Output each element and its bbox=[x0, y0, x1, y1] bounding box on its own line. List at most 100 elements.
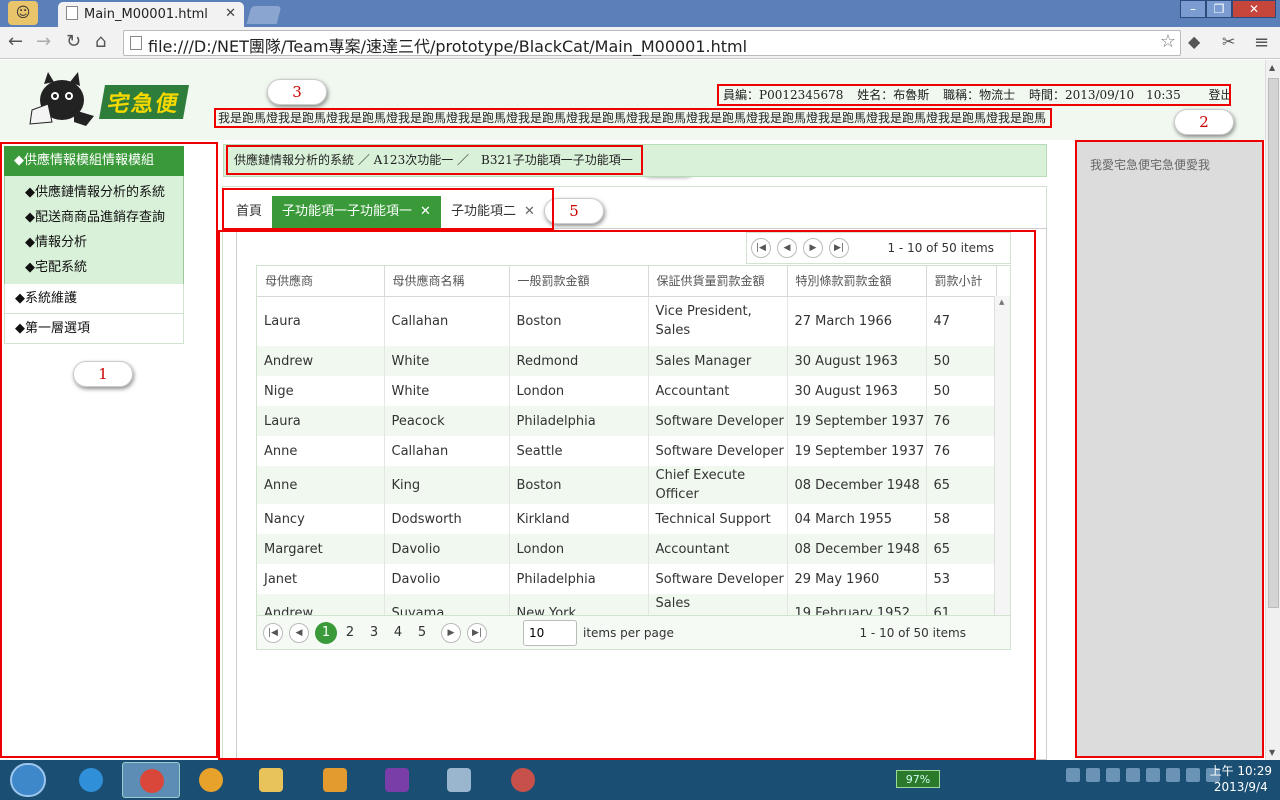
table-row[interactable]: Margaret Davolio London Accountant 08 Decemb… bbox=[257, 534, 997, 564]
table-row[interactable]: Janet Davolio Philadelphia Software Develop… bbox=[257, 564, 997, 594]
tray-icon[interactable] bbox=[1126, 768, 1140, 782]
table-cell: Janet bbox=[257, 564, 385, 594]
page-number[interactable]: 4 bbox=[387, 622, 409, 644]
scroll-up-icon[interactable]: ▲ bbox=[1269, 63, 1275, 72]
page-number[interactable]: 5 bbox=[411, 622, 433, 644]
table-cell: Laura bbox=[257, 296, 385, 346]
column-header[interactable]: 母供應商名稱 bbox=[384, 266, 510, 297]
tab-home-label: 首頁 bbox=[236, 204, 263, 219]
start-button[interactable] bbox=[10, 763, 46, 797]
page-icon bbox=[130, 36, 142, 50]
clock[interactable]: 上午 10:29 2013/9/4 bbox=[1210, 763, 1272, 795]
page-size-input[interactable] bbox=[523, 619, 577, 646]
chrome-taskbar-icon[interactable] bbox=[122, 762, 180, 798]
extension-icon[interactable]: ◆ bbox=[1188, 32, 1200, 51]
url-input[interactable]: file:///D:/NET團隊/Team專案/速達三代/prototype/B… bbox=[123, 30, 1181, 56]
last-page-icon[interactable]: ▶| bbox=[829, 238, 849, 258]
explorer-taskbar-icon[interactable] bbox=[242, 762, 300, 798]
scroll-thumb[interactable] bbox=[1268, 78, 1279, 608]
new-tab-button[interactable] bbox=[246, 6, 282, 24]
scroll-up-icon[interactable]: ▲ bbox=[999, 298, 1004, 306]
table-row[interactable]: Andrew White Redmond Sales Manager 30 August… bbox=[257, 346, 997, 376]
tab-sub-function-1[interactable]: 子功能項一子功能項一 ✕ bbox=[272, 196, 441, 228]
tab-sub-function-2[interactable]: 子功能項二 ✕ bbox=[441, 196, 545, 228]
column-header[interactable]: 保証供貨量罰款金額 bbox=[648, 266, 788, 297]
visual-studio-taskbar-icon[interactable] bbox=[368, 762, 426, 798]
sidebar-module-head[interactable]: ◆供應情報模組情報模組 bbox=[4, 146, 184, 176]
table-row[interactable]: Laura Peacock Philadelphia Software Develop… bbox=[257, 406, 997, 436]
close-window-button[interactable]: ✕ bbox=[1232, 0, 1276, 18]
next-page-icon[interactable]: ▶ bbox=[441, 622, 461, 643]
web-page: 宅急便 員編：P0012345678 姓名：布魯斯 職稱：物流士 時間：2013… bbox=[0, 60, 1265, 760]
profile-avatar[interactable]: ☺ bbox=[8, 1, 38, 25]
maximize-button[interactable]: ❐ bbox=[1206, 0, 1232, 18]
table-cell: Software Developer bbox=[648, 564, 788, 594]
sidebar-item-first-level[interactable]: ◆第一層選項 bbox=[4, 314, 184, 344]
menu-icon[interactable]: ≡ bbox=[1254, 32, 1269, 53]
tray-icon[interactable] bbox=[1106, 768, 1120, 782]
tray-icon[interactable] bbox=[1066, 768, 1080, 782]
table-cell: 27 March 1966 bbox=[787, 296, 927, 346]
sidebar-item-supply-chain[interactable]: ◆供應鏈情報分析的系統 bbox=[25, 180, 183, 205]
page-number[interactable]: 1 bbox=[315, 621, 337, 644]
first-page-icon[interactable]: |◀ bbox=[263, 622, 283, 643]
column-header[interactable]: 特別條款罰款金額 bbox=[787, 266, 927, 297]
minimize-button[interactable]: – bbox=[1180, 0, 1206, 18]
table-row[interactable]: Nige White London Accountant 30 August 1963 5… bbox=[257, 376, 997, 406]
ie-taskbar-icon[interactable] bbox=[62, 762, 120, 798]
grid-scrollbar[interactable]: ▲ ▼ bbox=[994, 296, 1010, 649]
content-tabs: 首頁 子功能項一子功能項一 ✕ 子功能項二 ✕ bbox=[222, 188, 554, 230]
table-cell: Anne bbox=[257, 466, 385, 504]
extension-icon-2[interactable]: ✂ bbox=[1222, 32, 1235, 51]
sidebar-item-intel-analysis[interactable]: ◆情報分析 bbox=[25, 230, 183, 255]
tab-home[interactable]: 首頁 bbox=[226, 196, 272, 228]
table-row[interactable]: Anne Callahan Seattle Software Developer 19 … bbox=[257, 436, 997, 466]
column-header[interactable]: 罰款小計 bbox=[926, 266, 997, 297]
snipping-taskbar-icon[interactable] bbox=[494, 762, 552, 798]
table-cell: Dodsworth bbox=[384, 504, 510, 534]
next-page-icon[interactable]: ▶ bbox=[803, 238, 823, 258]
outlook-taskbar-icon[interactable] bbox=[306, 762, 364, 798]
column-header[interactable]: 一般罰款金額 bbox=[509, 266, 649, 297]
battery-indicator[interactable]: 97% bbox=[896, 770, 940, 788]
logo[interactable]: 宅急便 bbox=[24, 70, 194, 128]
items-per-page-label: items per page bbox=[583, 625, 674, 640]
sidebar-item-distributor-inventory[interactable]: ◆配送商商品進銷存查詢 bbox=[25, 205, 183, 230]
table-row[interactable]: Anne King Boston Chief Execute Officer 08 De… bbox=[257, 466, 997, 504]
home-icon[interactable]: ⌂ bbox=[95, 31, 106, 52]
table-cell: Boston bbox=[509, 296, 649, 346]
bookmark-star-icon[interactable]: ☆ bbox=[1160, 31, 1176, 52]
reload-icon[interactable]: ↻ bbox=[66, 31, 81, 52]
prev-page-icon[interactable]: ◀ bbox=[289, 622, 309, 643]
url-text: file:///D:/NET團隊/Team專案/速達三代/prototype/B… bbox=[148, 37, 748, 56]
back-icon[interactable]: ← bbox=[8, 31, 23, 52]
top-pager: |◀ ◀ ▶ ▶| 1 - 10 of 50 items bbox=[746, 232, 1011, 264]
forward-icon[interactable]: → bbox=[36, 31, 51, 52]
tray-icon[interactable] bbox=[1166, 768, 1180, 782]
app-taskbar-icon[interactable] bbox=[182, 762, 240, 798]
first-page-icon[interactable]: |◀ bbox=[751, 238, 771, 258]
sidebar-item-system-maintenance[interactable]: ◆系統維護 bbox=[4, 284, 184, 314]
column-header[interactable]: 母供應商 bbox=[257, 266, 385, 297]
close-tab-icon[interactable]: ✕ bbox=[420, 204, 431, 219]
close-tab-icon[interactable]: ✕ bbox=[225, 6, 236, 21]
browser-tab[interactable]: Main_M00001.html ✕ bbox=[58, 2, 244, 27]
tray-icon[interactable] bbox=[1086, 768, 1100, 782]
logout-link[interactable]: 登出 bbox=[1209, 88, 1229, 102]
tray-icon[interactable] bbox=[1186, 768, 1200, 782]
data-grid: 母供應商 母供應商名稱 一般罰款金額 保証供貨量罰款金額 特別條款罰款金額 罰款… bbox=[256, 265, 1011, 650]
table-row[interactable]: Laura Callahan Boston Vice President, Sales… bbox=[257, 296, 997, 346]
page-number[interactable]: 2 bbox=[339, 622, 361, 644]
employee-number: 員編：P0012345678 bbox=[723, 88, 844, 102]
sidebar-item-delivery-system[interactable]: ◆宅配系統 bbox=[25, 255, 183, 280]
prev-page-icon[interactable]: ◀ bbox=[777, 238, 797, 258]
page-scrollbar[interactable]: ▲ ▼ bbox=[1265, 60, 1280, 760]
tray-icon[interactable] bbox=[1146, 768, 1160, 782]
page-number[interactable]: 3 bbox=[363, 622, 385, 644]
tools-taskbar-icon[interactable] bbox=[430, 762, 488, 798]
table-cell: Software Developer bbox=[648, 406, 788, 436]
close-tab-icon[interactable]: ✕ bbox=[524, 204, 535, 219]
last-page-icon[interactable]: ▶| bbox=[467, 622, 487, 643]
table-row[interactable]: Nancy Dodsworth Kirkland Technical Support 0… bbox=[257, 504, 997, 534]
scroll-down-icon[interactable]: ▼ bbox=[1269, 748, 1275, 757]
